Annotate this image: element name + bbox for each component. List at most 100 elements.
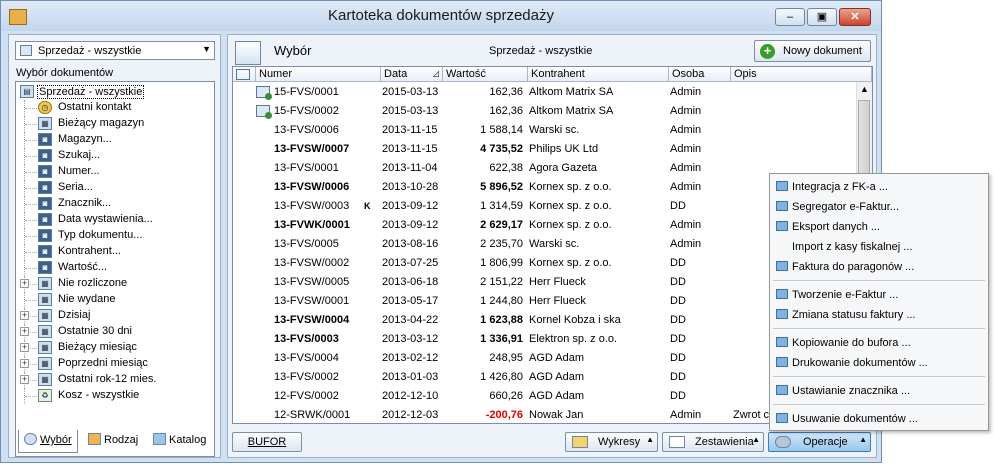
- cell-kon: Herr Flueck: [529, 295, 586, 307]
- scroll-up-icon[interactable]: ▲: [860, 84, 869, 94]
- cell-num: 12-FVS/0002: [274, 390, 339, 402]
- view-list-icon[interactable]: [235, 41, 261, 65]
- menu-item[interactable]: Faktura do paragonów ...: [770, 257, 988, 277]
- grid-icon: ▦: [38, 277, 52, 290]
- menu-item[interactable]: Tworzenie e-Faktur ...: [770, 285, 988, 305]
- tree-item[interactable]: ◙ Data wystawienia...: [16, 212, 214, 228]
- zestawienia-button[interactable]: Zestawienia ▲: [662, 432, 764, 452]
- table-row[interactable]: 13-FVSW/0005 2013-06-18 2 151,22 Herr Fluec…: [233, 273, 859, 292]
- table-row[interactable]: 13-FVSW/0004 2013-04-22 1 623,88 Kornel Kob…: [233, 311, 859, 330]
- row-marker: K: [364, 201, 371, 211]
- menu-item[interactable]: Kopiowanie do bufora ...: [770, 333, 988, 353]
- tree-item[interactable]: ◙ Magazyn...: [16, 132, 214, 148]
- menu-item[interactable]: Zmiana statusu faktury ...: [770, 305, 988, 325]
- document-tree[interactable]: ▤ Sprzedaż - wszystkie ◷ Ostatni kontakt ▦ Bi…: [15, 81, 215, 457]
- column-header-data[interactable]: Data ◿: [381, 67, 443, 82]
- tree-line: [25, 108, 37, 109]
- tree-item[interactable]: ◙ Szukaj...: [16, 148, 214, 164]
- tab-rodzaj[interactable]: Rodzaj: [88, 430, 138, 452]
- expand-icon[interactable]: +: [20, 375, 29, 384]
- table-row[interactable]: 13-FVSW/0002 2013-07-25 1 806,99 Kornex sp.…: [233, 254, 859, 273]
- tree-line: [25, 156, 37, 157]
- menu-item[interactable]: Import z kasy fiskalnej ...: [770, 237, 988, 257]
- tree-item-label: Znacznik...: [58, 197, 112, 209]
- binoculars-icon: ◙: [38, 165, 52, 178]
- tree-item[interactable]: ◷ Ostatni kontakt: [16, 100, 214, 116]
- tab-katalog[interactable]: Katalog: [153, 430, 206, 452]
- table-row[interactable]: 13-FVSW/0006 2013-10-28 5 896,52 Kornex sp.…: [233, 178, 859, 197]
- tree-item[interactable]: ◙ Numer...: [16, 164, 214, 180]
- operacje-menu: Integracja z FK-a ... Segregator e-Faktur…: [769, 173, 989, 431]
- cell-kon: AGD Adam: [529, 352, 585, 364]
- cell-val: 1 314,59: [480, 200, 523, 212]
- menu-item[interactable]: Eksport danych ...: [770, 217, 988, 237]
- table-row[interactable]: 15-FVS/0002 2015-03-13 162,36 Altkom Matrix…: [233, 102, 859, 121]
- tree-item[interactable]: ◙ Seria...: [16, 180, 214, 196]
- expand-icon[interactable]: +: [20, 311, 29, 320]
- table-row[interactable]: 13-FVS/0003 2013-03-12 1 336,91 Elektron sp…: [233, 330, 859, 349]
- close-button[interactable]: ✕: [839, 8, 871, 26]
- cell-num: 13-FVSW/0002: [274, 257, 350, 269]
- tree-item[interactable]: + ▦ Poprzedni miesiąc: [16, 356, 214, 372]
- tree-item[interactable]: + ▦ Ostatni rok-12 mies.: [16, 372, 214, 388]
- table-row[interactable]: 13-FVWK/0001 2013-09-12 2 629,17 Kornex sp.…: [233, 216, 859, 235]
- menu-item[interactable]: Segregator e-Faktur...: [770, 197, 988, 217]
- column-header-wartosc[interactable]: Wartość: [443, 67, 528, 82]
- bufor-button[interactable]: BUFOR: [232, 432, 302, 452]
- wykresy-button[interactable]: Wykresy ▲: [565, 432, 658, 452]
- menu-item[interactable]: Integracja z FK-a ...: [770, 177, 988, 197]
- minimize-button[interactable]: ‒: [775, 8, 805, 26]
- column-header-select[interactable]: [233, 67, 256, 82]
- table-row[interactable]: 13-FVS/0001 2013-11-04 622,38 Agora Gazeta A…: [233, 159, 859, 178]
- tree-item[interactable]: ◙ Wartość...: [16, 260, 214, 276]
- chevron-down-icon[interactable]: ▼: [202, 44, 211, 54]
- table-row[interactable]: 15-FVS/0001 2015-03-13 162,36 Altkom Matrix…: [233, 83, 859, 102]
- expand-icon[interactable]: +: [20, 327, 29, 336]
- table-row[interactable]: 13-FVSW/0001 2013-05-17 1 244,80 Herr Fluec…: [233, 292, 859, 311]
- table-row[interactable]: 13-FVS/0005 2013-08-16 2 235,70 Warski sc. A…: [233, 235, 859, 254]
- column-header-kontrahent[interactable]: Kontrahent: [528, 67, 669, 82]
- table-row[interactable]: 13-FVSW/0003 2013-09-12 1 314,59 Kornex sp.…: [233, 197, 859, 216]
- tree-item[interactable]: ▦ Bieżący magazyn: [16, 116, 214, 132]
- maximize-button[interactable]: ▣: [807, 8, 837, 26]
- menu-item[interactable]: Ustawianie znacznika ...: [770, 381, 988, 401]
- expand-icon[interactable]: +: [20, 279, 29, 288]
- menu-item[interactable]: Drukowanie dokumentów ...: [770, 353, 988, 373]
- tree-item[interactable]: + ▦ Bieżący miesiąc: [16, 340, 214, 356]
- tree-item[interactable]: + ▦ Nie rozliczone: [16, 276, 214, 292]
- cell-date: 2013-11-15: [382, 124, 438, 136]
- table-row[interactable]: 13-FVS/0004 2013-02-12 248,95 AGD Adam DD: [233, 349, 859, 368]
- tab-wybor[interactable]: Wybór: [18, 430, 78, 453]
- main-subtitle: Sprzedaż - wszystkie: [489, 45, 593, 57]
- tree-item[interactable]: ▤ Sprzedaż - wszystkie: [16, 84, 214, 100]
- menu-item-label: Integracja z FK-a ...: [792, 181, 888, 193]
- column-header-osoba[interactable]: Osoba: [669, 67, 731, 82]
- tree-item[interactable]: ◙ Kontrahent...: [16, 244, 214, 260]
- table-row[interactable]: 12-FVS/0002 2012-12-10 660,26 AGD Adam DD: [233, 387, 859, 406]
- expand-icon[interactable]: +: [20, 343, 29, 352]
- document-set-combo[interactable]: Sprzedaż - wszystkie ▼: [15, 41, 215, 60]
- list-icon: ▤: [20, 85, 34, 98]
- table-row[interactable]: 13-FVS/0002 2013-01-03 1 426,80 AGD Adam DD: [233, 368, 859, 387]
- binoculars-icon: ◙: [38, 149, 52, 162]
- tree-item[interactable]: ♻ Kosz - wszystkie: [16, 388, 214, 404]
- menu-item[interactable]: Usuwanie dokumentów ...: [770, 409, 988, 429]
- table-row[interactable]: 13-FVSW/0007 2013-11-15 4 735,52 Philips UK…: [233, 140, 859, 159]
- tree-item[interactable]: + ▦ Dzisiaj: [16, 308, 214, 324]
- operacje-button[interactable]: Operacje ▲: [768, 432, 871, 452]
- new-document-button[interactable]: + Nowy dokument: [754, 40, 871, 62]
- tree-item[interactable]: + ▦ Ostatnie 30 dni: [16, 324, 214, 340]
- menu-item-icon: [776, 261, 788, 271]
- menu-separator: [773, 376, 985, 377]
- table-row[interactable]: 13-FVS/0006 2013-11-15 1 588,14 Warski sc. A…: [233, 121, 859, 140]
- cell-kon: Philips UK Ltd: [529, 143, 599, 155]
- cell-date: 2013-04-22: [382, 314, 439, 326]
- cell-num: 13-FVS/0005: [274, 238, 339, 250]
- tree-item[interactable]: ◙ Znacznik...: [16, 196, 214, 212]
- table-row[interactable]: 12-SRWK/0001 2012-12-03 -200,76 Nowak Jan Ad…: [233, 406, 859, 423]
- column-header-opis[interactable]: Opis: [731, 67, 872, 82]
- tree-item[interactable]: ◙ Typ dokumentu...: [16, 228, 214, 244]
- tree-item[interactable]: ▦ Nie wydane: [16, 292, 214, 308]
- expand-icon[interactable]: +: [20, 359, 29, 368]
- column-header-numer[interactable]: Numer: [256, 67, 381, 82]
